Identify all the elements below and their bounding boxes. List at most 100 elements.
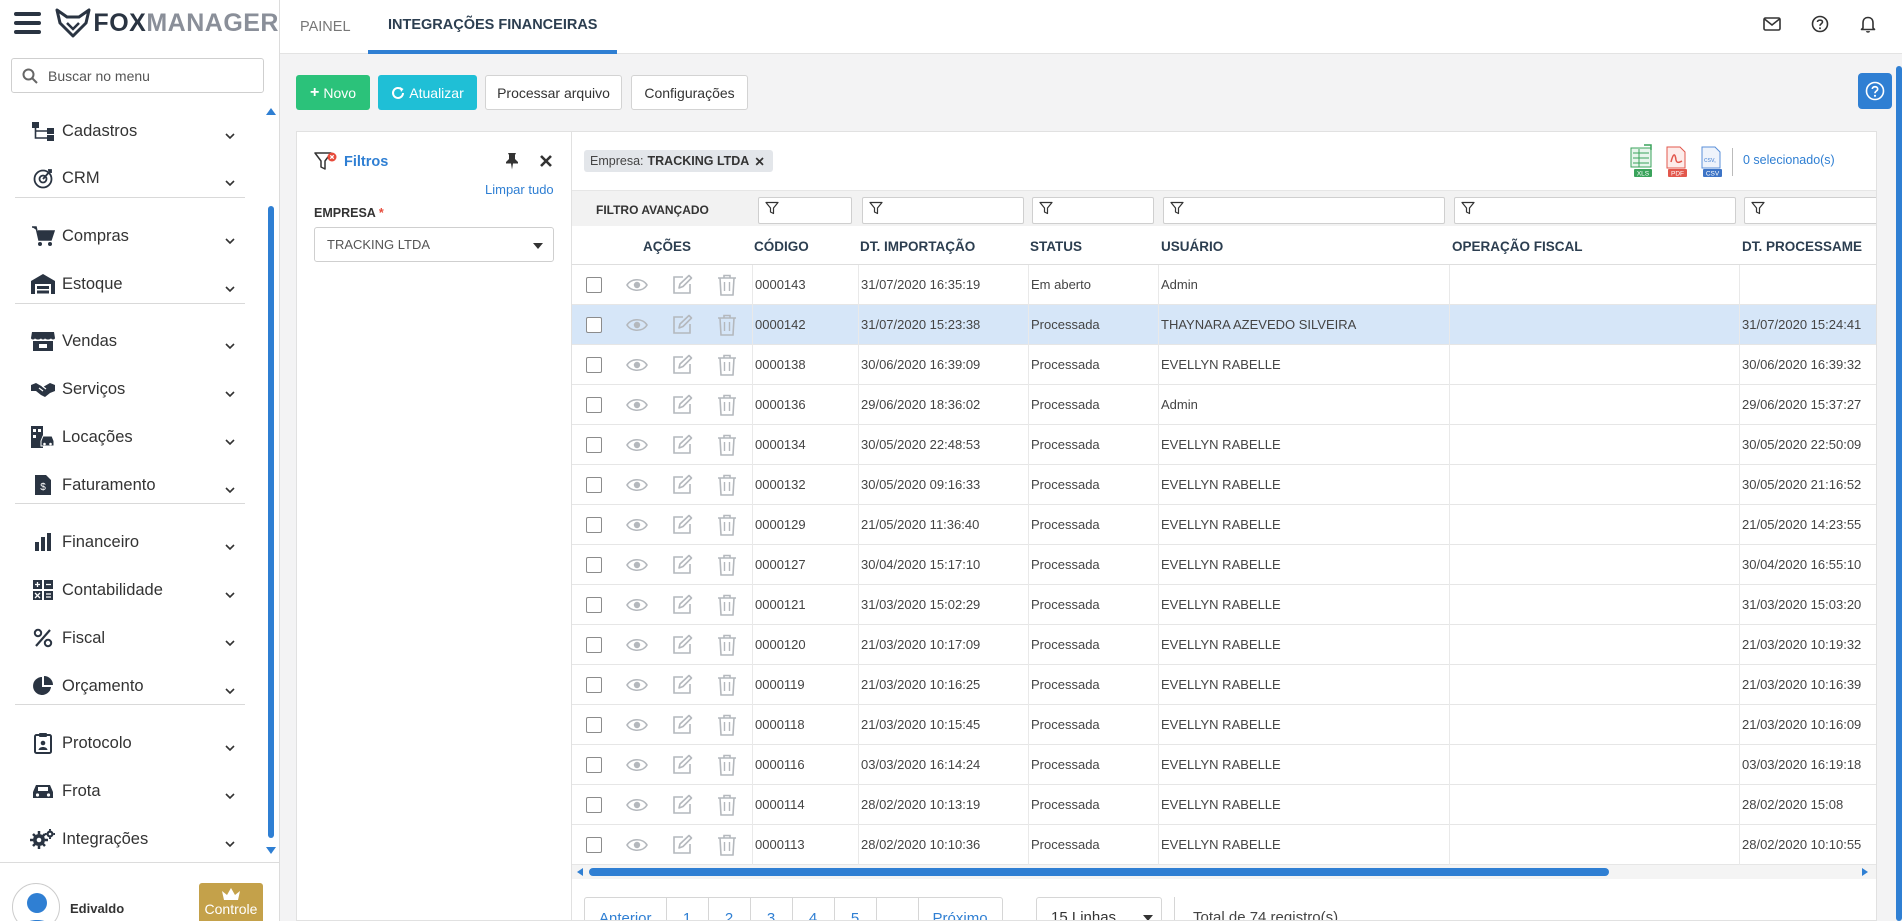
sidebar-scroll-up-arrow[interactable] (266, 108, 276, 115)
menu-search[interactable] (11, 58, 264, 93)
edit-icon[interactable] (671, 434, 693, 456)
view-icon[interactable] (626, 274, 648, 296)
pagination-page-3[interactable]: 3 (751, 898, 793, 920)
export-csv-icon[interactable]: csv, CSV (1698, 144, 1726, 178)
scroll-thumb[interactable] (589, 868, 1609, 876)
table-row[interactable]: 0000116 03/03/2020 16:14:24 Processada EVEL… (572, 745, 1876, 785)
table-row[interactable]: 0000136 29/06/2020 18:36:02 Processada Admi… (572, 385, 1876, 425)
sidebar-item-financeiro[interactable]: Financeiro (30, 527, 235, 557)
pagination-page-more[interactable] (877, 898, 919, 920)
pagination-page-1[interactable]: 1 (667, 898, 709, 920)
delete-icon[interactable] (716, 474, 738, 496)
rows-per-page-select[interactable]: 15 Linhas (1036, 897, 1162, 920)
column-header-dt-importacao[interactable]: DT. IMPORTAÇÃO (860, 239, 975, 254)
column-header-usuario[interactable]: USUÁRIO (1161, 239, 1223, 254)
delete-icon[interactable] (716, 274, 738, 296)
sidebar-item-orcamento[interactable]: Orçamento (30, 671, 235, 701)
table-row[interactable]: 0000127 30/04/2020 15:17:10 Processada EVEL… (572, 545, 1876, 585)
chip-remove-icon[interactable]: ✕ (754, 154, 764, 169)
scroll-left-arrow[interactable] (577, 868, 583, 876)
row-checkbox[interactable] (586, 757, 602, 773)
column-header-codigo[interactable]: CÓDIGO (754, 239, 809, 254)
sidebar-item-compras[interactable]: Compras (30, 221, 235, 251)
table-row[interactable]: 0000132 30/05/2020 09:16:33 Processada EVEL… (572, 465, 1876, 505)
view-icon[interactable] (626, 714, 648, 736)
row-checkbox[interactable] (586, 397, 602, 413)
view-icon[interactable] (626, 354, 648, 376)
column-header-operacao-fiscal[interactable]: OPERAÇÃO FISCAL (1452, 239, 1583, 254)
row-checkbox[interactable] (586, 637, 602, 653)
new-button[interactable]: + Novo (296, 75, 370, 110)
horizontal-scrollbar[interactable] (572, 865, 1876, 879)
pagination-page-4[interactable]: 4 (793, 898, 835, 920)
delete-icon[interactable] (716, 634, 738, 656)
sidebar-item-locacoes[interactable]: Locações (30, 422, 235, 452)
delete-icon[interactable] (716, 714, 738, 736)
sidebar-item-cadastros[interactable]: Cadastros (30, 116, 235, 146)
view-icon[interactable] (626, 314, 648, 336)
settings-button[interactable]: Configurações (631, 75, 748, 110)
view-icon[interactable] (626, 794, 648, 816)
view-icon[interactable] (626, 514, 648, 536)
sidebar-item-servicos[interactable]: Serviços (30, 374, 235, 404)
sidebar-scroll-down-arrow[interactable] (266, 847, 276, 854)
view-icon[interactable] (626, 834, 648, 856)
sidebar-item-protocolo[interactable]: Protocolo (30, 728, 235, 758)
row-checkbox[interactable] (586, 277, 602, 293)
sidebar-item-frota[interactable]: Frota (30, 776, 235, 806)
delete-icon[interactable] (716, 514, 738, 536)
row-checkbox[interactable] (586, 317, 602, 333)
table-row[interactable]: 0000120 21/03/2020 10:17:09 Processada EVEL… (572, 625, 1876, 665)
delete-icon[interactable] (716, 314, 738, 336)
row-checkbox[interactable] (586, 677, 602, 693)
edit-icon[interactable] (671, 674, 693, 696)
tab-painel[interactable]: PAINEL (280, 0, 371, 54)
pagination-page-2[interactable]: 2 (709, 898, 751, 920)
delete-icon[interactable] (716, 554, 738, 576)
edit-icon[interactable] (671, 354, 693, 376)
table-row[interactable]: 0000113 28/02/2020 10:10:36 Processada EVEL… (572, 825, 1876, 865)
view-icon[interactable] (626, 554, 648, 576)
selected-count[interactable]: 0 selecionado(s) (1743, 153, 1835, 167)
view-icon[interactable] (626, 754, 648, 776)
column-filter-dt-importacao[interactable] (862, 197, 1024, 224)
export-pdf-icon[interactable]: PDF (1663, 144, 1691, 178)
sidebar-scrollbar[interactable] (268, 206, 274, 838)
sidebar-item-fiscal[interactable]: Fiscal (30, 623, 235, 653)
row-checkbox[interactable] (586, 837, 602, 853)
column-header-dt-processamento[interactable]: DT. PROCESSAME (1742, 239, 1862, 254)
export-xls-icon[interactable]: XLS (1628, 144, 1656, 178)
edit-icon[interactable] (671, 754, 693, 776)
mail-icon[interactable] (1762, 14, 1782, 34)
delete-icon[interactable] (716, 394, 738, 416)
edit-icon[interactable] (671, 714, 693, 736)
process-file-button[interactable]: Processar arquivo (485, 75, 622, 110)
table-row[interactable]: 0000134 30/05/2020 22:48:53 Processada EVEL… (572, 425, 1876, 465)
edit-icon[interactable] (671, 794, 693, 816)
company-select[interactable]: TRACKING LTDA (314, 227, 554, 262)
edit-icon[interactable] (671, 474, 693, 496)
edit-icon[interactable] (671, 834, 693, 856)
delete-icon[interactable] (716, 794, 738, 816)
column-header-acoes[interactable]: AÇÕES (643, 239, 691, 254)
row-checkbox[interactable] (586, 797, 602, 813)
view-icon[interactable] (626, 474, 648, 496)
table-row[interactable]: 0000121 31/03/2020 15:02:29 Processada EVEL… (572, 585, 1876, 625)
edit-icon[interactable] (671, 274, 693, 296)
table-row[interactable]: 0000138 30/06/2020 16:39:09 Processada EVEL… (572, 345, 1876, 385)
delete-icon[interactable] (716, 434, 738, 456)
delete-icon[interactable] (716, 594, 738, 616)
row-checkbox[interactable] (586, 517, 602, 533)
pagination-next-button[interactable]: Próximo (919, 898, 1002, 921)
filter-clear-icon[interactable] (314, 152, 338, 172)
control-button[interactable]: Controle (199, 883, 263, 921)
edit-icon[interactable] (671, 594, 693, 616)
sidebar-item-vendas[interactable]: Vendas (30, 326, 235, 356)
tab-integracoes-financeiras[interactable]: INTEGRAÇÕES FINANCEIRAS (368, 0, 618, 54)
column-filter-codigo[interactable] (758, 197, 852, 224)
sidebar-item-crm[interactable]: CRM (30, 163, 235, 193)
close-icon[interactable] (539, 154, 553, 173)
refresh-button[interactable]: Atualizar (378, 75, 477, 110)
table-row[interactable]: 0000118 21/03/2020 10:15:45 Processada EVEL… (572, 705, 1876, 745)
table-row[interactable]: 0000114 28/02/2020 10:13:19 Processada EVEL… (572, 785, 1876, 825)
